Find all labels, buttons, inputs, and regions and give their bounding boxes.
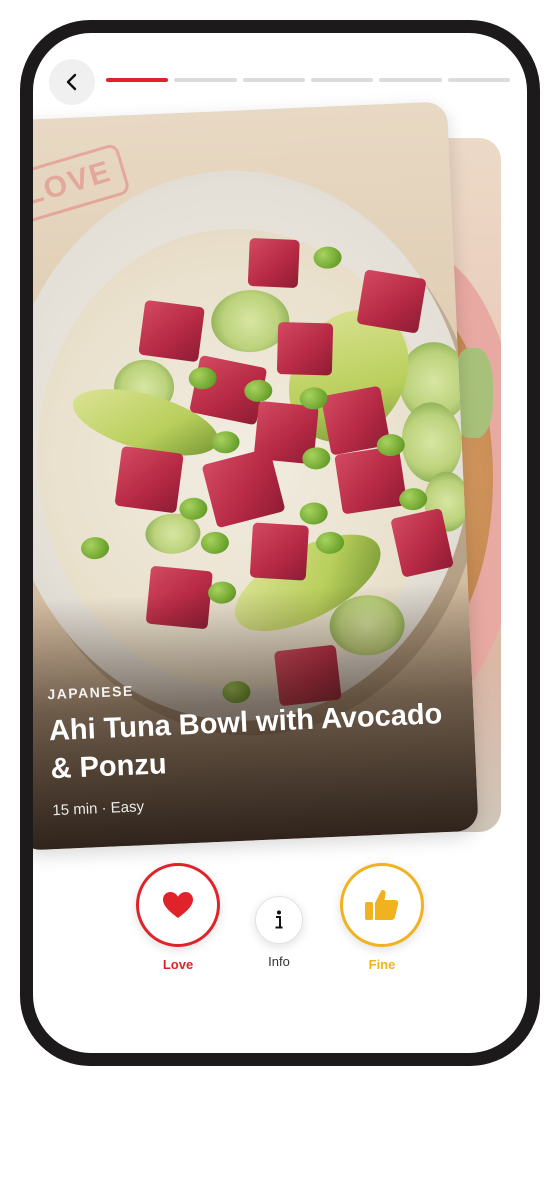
chevron-left-icon [66, 73, 77, 91]
tuna-cube [276, 322, 334, 376]
fine-label: Fine [368, 957, 396, 972]
story-progress [106, 78, 510, 83]
thumbs-up-icon [365, 890, 399, 920]
progress-segment [242, 78, 305, 82]
app-screen: LOVE JAPANESE Ahi Tuna Bowl with Avocado… [33, 33, 527, 1053]
progress-segment [174, 78, 237, 82]
tuna-cube [247, 237, 300, 289]
love-label: Love [162, 957, 194, 972]
fine-circle[interactable] [340, 863, 424, 947]
info-label: Info [268, 954, 290, 969]
progress-segment-active [106, 78, 169, 82]
tuna-cube [356, 269, 427, 334]
tuna-cube [334, 445, 408, 515]
progress-segment [310, 78, 374, 82]
love-circle[interactable] [136, 863, 220, 947]
recipe-card[interactable]: LOVE JAPANESE Ahi Tuna Bowl with Avocado… [33, 101, 479, 851]
back-button[interactable] [49, 59, 95, 105]
info-icon [275, 910, 283, 929]
love-button[interactable]: Love [136, 863, 220, 972]
tuna-cube [138, 299, 205, 363]
progress-segment [447, 78, 510, 82]
action-bar: Love Info Fine [33, 863, 527, 983]
phone-frame: LOVE JAPANESE Ahi Tuna Bowl with Avocado… [20, 20, 540, 1066]
tuna-cube [249, 522, 309, 581]
info-circle[interactable] [255, 896, 303, 944]
heart-icon [163, 892, 193, 918]
recipe-title: Ahi Tuna Bowl with Avocado & Ponzu [48, 698, 443, 786]
info-button[interactable]: Info [255, 896, 303, 969]
card-text: JAPANESE Ahi Tuna Bowl with Avocado & Po… [47, 669, 452, 820]
fine-button[interactable]: Fine [340, 863, 424, 972]
progress-segment [379, 78, 442, 82]
tuna-cube [114, 445, 184, 514]
